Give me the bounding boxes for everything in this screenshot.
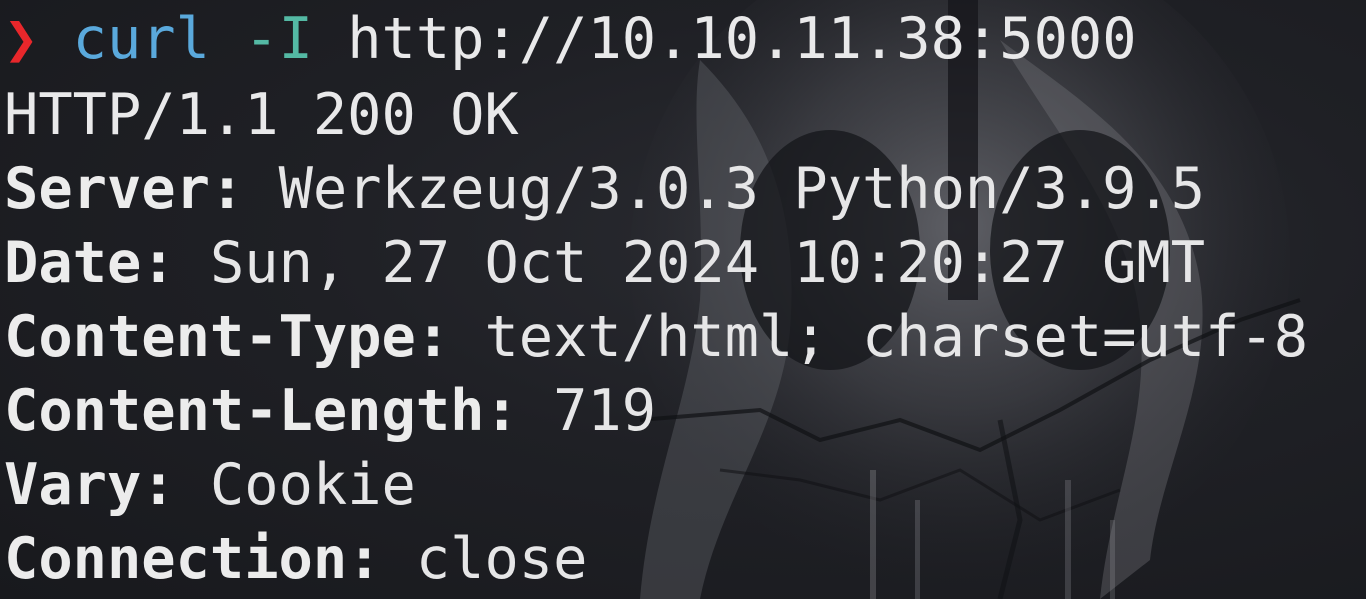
header-line: Server: Werkzeug/3.0.3 Python/3.9.5: [4, 152, 1308, 226]
header-value: Cookie: [209, 452, 416, 518]
prompt-arrow-icon: ❯: [4, 6, 39, 72]
header-key: Content-Length: [4, 378, 485, 444]
status-line: HTTP/1.1 200 OK: [4, 82, 519, 148]
command-line: ❯ curl -I http://10.10.11.38:5000: [4, 0, 1308, 78]
header-value: 719: [553, 378, 657, 444]
header-key: Server: [4, 156, 210, 222]
header-line: Content-Type: text/html; charset=utf-8: [4, 300, 1308, 374]
command-program: curl: [72, 6, 210, 72]
header-colon: :: [484, 378, 519, 444]
command-url: http://10.10.11.38:5000: [347, 6, 1137, 72]
header-colon: :: [347, 526, 382, 592]
header-value: text/html; charset=utf-8: [484, 304, 1309, 370]
terminal-window[interactable]: ❯ curl -I http://10.10.11.38:5000 HTTP/1…: [0, 0, 1366, 599]
header-line: Date: Sun, 27 Oct 2024 10:20:27 GMT: [4, 226, 1308, 300]
header-colon: :: [141, 230, 176, 296]
header-key: Date: [4, 230, 142, 296]
header-value: close: [415, 526, 588, 592]
header-value: Sun, 27 Oct 2024 10:20:27 GMT: [209, 230, 1206, 296]
header-key: Vary: [4, 452, 142, 518]
command-flag: -I: [244, 6, 313, 72]
terminal-output[interactable]: ❯ curl -I http://10.10.11.38:5000 HTTP/1…: [4, 0, 1308, 596]
header-line: Connection: close: [4, 522, 1308, 596]
header-line: Content-Length: 719: [4, 374, 1308, 448]
header-colon: :: [415, 304, 451, 370]
header-key: Connection: [4, 526, 348, 592]
header-colon: :: [209, 156, 245, 222]
header-key: Content-Type: [4, 304, 416, 370]
header-value: Werkzeug/3.0.3 Python/3.9.5: [278, 156, 1206, 222]
header-line: Vary: Cookie: [4, 448, 1308, 522]
header-colon: :: [141, 452, 176, 518]
